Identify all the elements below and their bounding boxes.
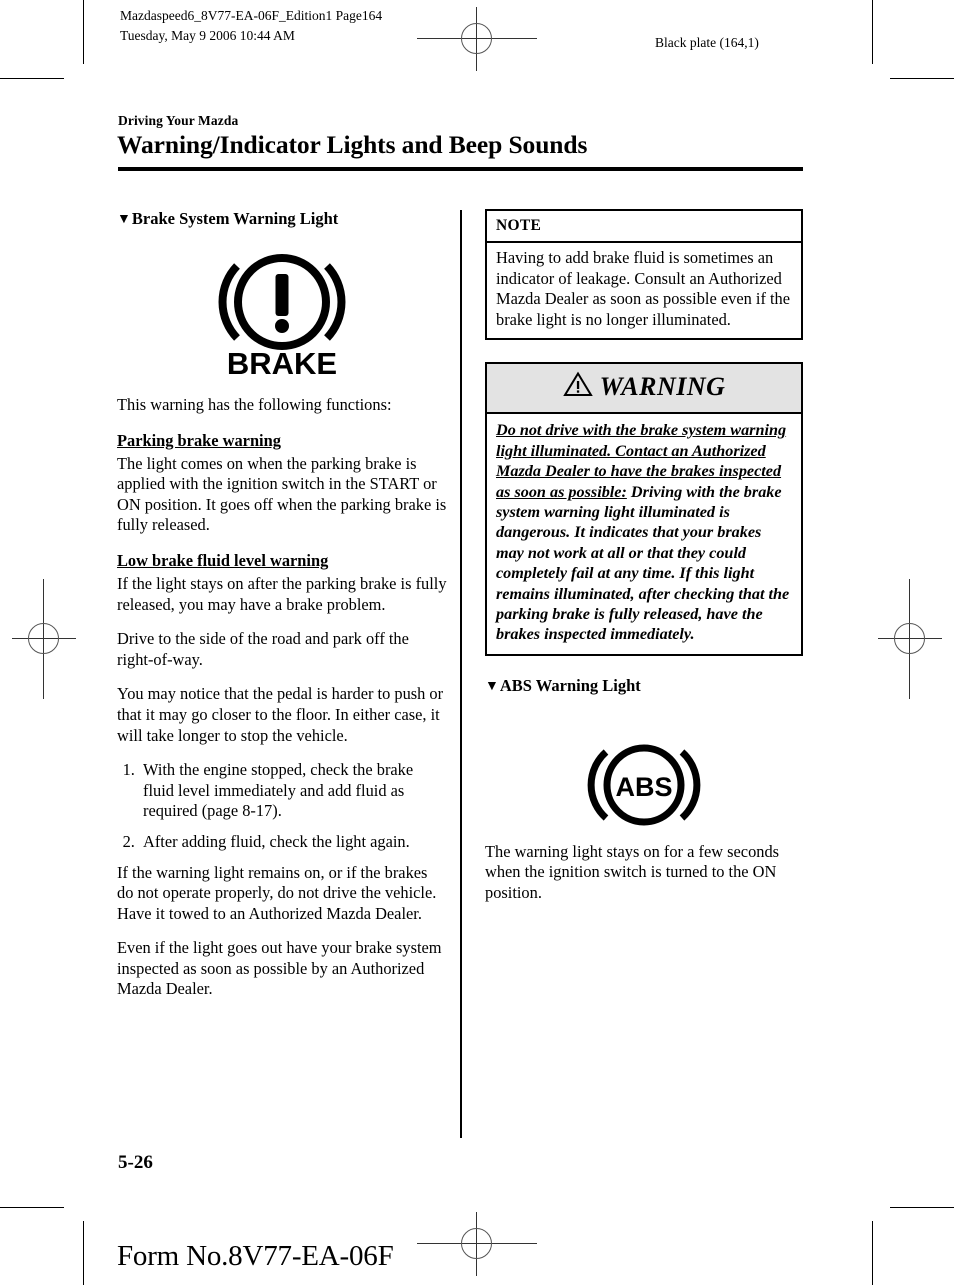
page-number: 5-26 [118,1152,153,1173]
warning-body: Do not drive with the brake system warni… [487,414,801,653]
procedure-steps: With the engine stopped, check the brake… [117,760,447,852]
triangle-bullet-icon: ▼ [117,212,131,227]
warning-header: WARNING [487,364,801,415]
registration-mark-bottom [417,1212,537,1276]
paragraph-drive-to-side: Drive to the side of the road and park o… [117,629,409,669]
section-heading-label: ABS Warning Light [499,675,641,695]
section-heading-abs: ▼ABS Warning Light [485,676,803,697]
section-heading-label: Brake System Warning Light [131,209,339,228]
section-heading-brake-system: ▼Brake System Warning Light [117,209,447,230]
warning-body-rest: Driving with the brake system warning li… [496,482,790,644]
crop-mark-bottom-right-horizontal [890,1207,954,1208]
brake-warning-icon: BRAKE [117,246,447,381]
note-box: NOTE Having to add brake fluid is someti… [485,209,803,341]
warning-triangle-icon [562,371,593,402]
abs-warning-icon: ABS [485,733,803,842]
paragraph-even-if-light-goes-out: Even if the light goes out have your bra… [117,938,442,999]
chapter-label: Driving Your Mazda [118,113,239,128]
abs-description: The warning light stays on for a few sec… [485,841,780,903]
list-item: With the engine stopped, check the brake… [139,760,447,822]
right-column: NOTE Having to add brake fluid is someti… [485,209,803,918]
left-column: ▼Brake System Warning Light BRAKE This w… [117,209,447,1000]
note-body: Having to add brake fluid is sometimes a… [496,248,791,329]
parking-brake-warning-body: The light comes on when the parking brak… [117,453,447,535]
paragraph-warning-remains-on: If the warning light remains on, or if t… [117,862,437,923]
manual-page: Mazdaspeed6_8V77-EA-06F_Edition1 Page164… [0,0,954,1285]
warning-heading-label: WARNING [599,372,726,402]
crop-mark-top-right-vertical [872,0,873,64]
note-heading: NOTE [487,211,801,243]
brake-icon-label: BRAKE [227,346,337,376]
registration-mark-top [417,7,537,71]
low-brake-fluid-warning-body: If the light stays on after the parking … [117,573,447,614]
intro-paragraph: This warning has the following functions… [117,395,392,414]
crop-mark-top-left-vertical [83,0,84,64]
crop-mark-bottom-left-vertical [83,1221,84,1285]
subheading-parking-brake-warning: Parking brake warning [117,430,281,450]
crop-mark-top-right-horizontal [890,78,954,79]
registration-mark-left [12,579,76,699]
subheading-low-brake-fluid-warning: Low brake fluid level warning [117,550,329,570]
list-item: After adding fluid, check the light agai… [139,832,447,853]
print-slug-left: Mazdaspeed6_8V77-EA-06F_Edition1 Page164… [120,8,383,43]
registration-mark-right [878,579,942,699]
triangle-bullet-icon: ▼ [485,678,499,694]
print-slug-right: Black plate (164,1) [655,35,759,50]
column-divider [460,210,462,1138]
abs-icon-label: ABS [615,772,672,802]
crop-mark-bottom-left-horizontal [0,1207,64,1208]
warning-box: WARNING Do not drive with the brake syst… [485,362,803,656]
crop-mark-bottom-right-vertical [872,1221,873,1285]
form-number: Form No.8V77-EA-06F [117,1240,394,1272]
paragraph-pedal-feel: You may notice that the pedal is harder … [117,684,444,745]
title-rule [118,167,803,171]
crop-mark-top-left-horizontal [0,78,64,79]
page-title: Warning/Indicator Lights and Beep Sounds [117,130,588,159]
